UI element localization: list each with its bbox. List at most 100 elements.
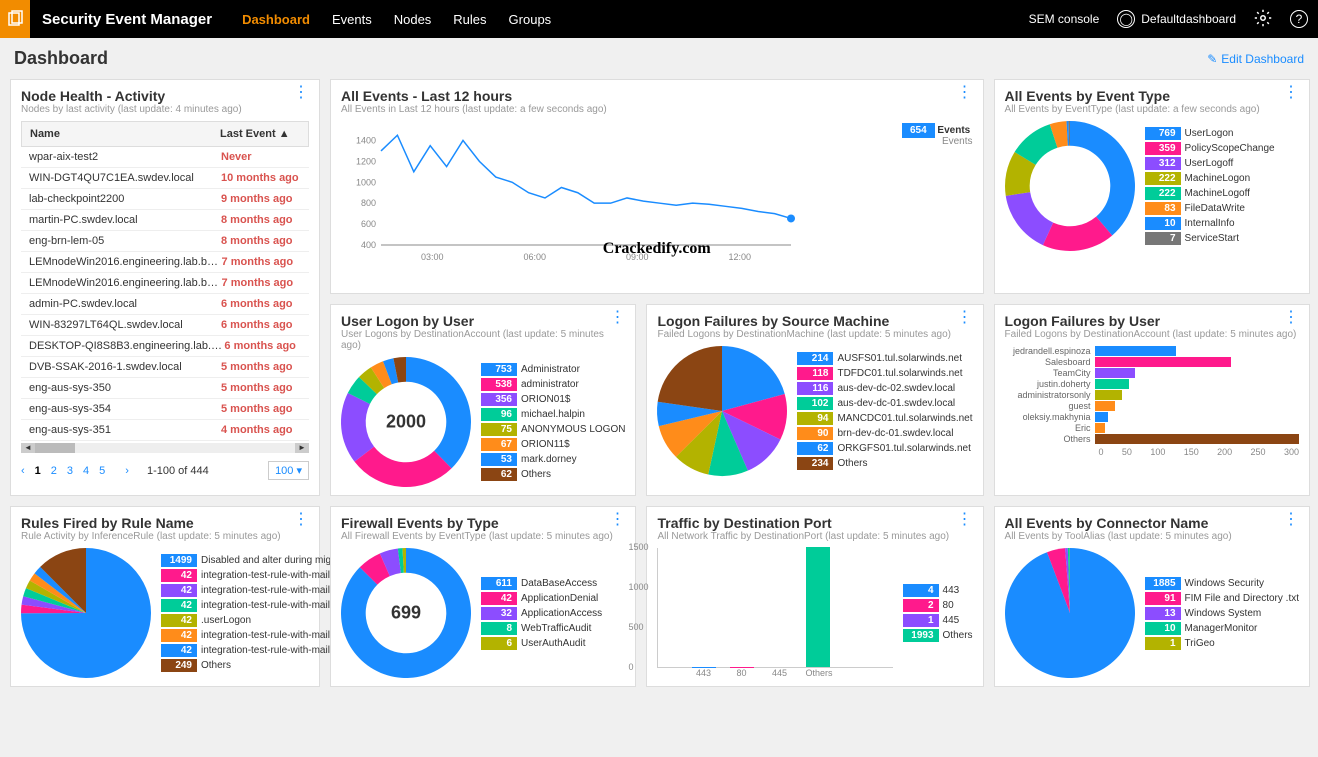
legend-item[interactable]: 769UserLogon <box>1145 127 1275 140</box>
legend-item[interactable]: 280 <box>903 599 973 612</box>
table-row[interactable]: WIN-83297LT64QL.swdev.local6 months ago <box>21 315 309 336</box>
legend-item[interactable]: 234Others <box>797 457 972 470</box>
widget-menu-icon[interactable]: ⋮ <box>1283 313 1299 323</box>
table-row[interactable]: DESKTOP-QI8S8B3.engineering.lab.brno6 mo… <box>21 336 309 357</box>
pager-page[interactable]: 4 <box>83 465 89 477</box>
table-row[interactable]: wpar-aix-test2Never <box>21 147 309 168</box>
legend-item[interactable]: 1445 <box>903 614 973 627</box>
bar-row[interactable]: Eric <box>1005 423 1299 433</box>
legend-item[interactable]: 42integration-test-rule-with-mail-a... <box>161 584 356 597</box>
legend-item[interactable]: 67ORION11$ <box>481 438 625 451</box>
legend-item[interactable]: 91FIM File and Directory .txt <box>1145 592 1299 605</box>
widget-menu-icon[interactable]: ⋮ <box>1283 515 1299 525</box>
user-menu[interactable]: ◯Defaultdashboard <box>1117 10 1236 28</box>
legend-item[interactable]: 96michael.halpin <box>481 408 625 421</box>
legend-item[interactable]: 7ServiceStart <box>1145 232 1275 245</box>
legend-item[interactable]: 359PolicyScopeChange <box>1145 142 1275 155</box>
table-row[interactable]: eng-aus-sys-3505 months ago <box>21 378 309 399</box>
widget-menu-icon[interactable]: ⋮ <box>293 515 309 525</box>
legend-item[interactable]: 32ApplicationAccess <box>481 607 602 620</box>
pager-next[interactable]: › <box>125 465 129 477</box>
widget-menu-icon[interactable]: ⋮ <box>957 88 973 98</box>
help-icon[interactable]: ? <box>1290 10 1308 28</box>
legend-item[interactable]: 1499Disabled and alter during migration <box>161 554 356 567</box>
pager-perpage[interactable]: 100 ▾ <box>268 461 309 480</box>
nav-dashboard[interactable]: Dashboard <box>242 12 310 27</box>
table-row[interactable]: eng-aus-sys-3514 months ago <box>21 420 309 441</box>
table-row[interactable]: LEMnodeWin2016.engineering.lab.brno7 mon… <box>21 252 309 273</box>
legend-item[interactable]: 222MachineLogon <box>1145 172 1275 185</box>
settings-icon[interactable] <box>1254 9 1272 30</box>
legend-item[interactable]: 42integration-test-rule-with-mail-a... <box>161 644 356 657</box>
horizontal-scrollbar[interactable]: ◄ ► <box>21 443 309 453</box>
bar-row[interactable]: Salesboard <box>1005 357 1299 367</box>
widget-menu-icon[interactable]: ⋮ <box>609 515 625 525</box>
legend-item[interactable]: 42integration-test-rule-with-mail-a... <box>161 629 356 642</box>
legend-item[interactable]: 53mark.dorney <box>481 453 625 466</box>
bar-row[interactable]: guest <box>1005 401 1299 411</box>
legend-item[interactable]: 94MANCDC01.tul.solarwinds.net <box>797 412 972 425</box>
bar-row[interactable]: Others <box>1005 434 1299 444</box>
legend-item[interactable]: 118TDFDC01.tul.solarwinds.net <box>797 367 972 380</box>
legend-item[interactable]: 1TriGeo <box>1145 637 1299 650</box>
legend-item[interactable]: 10ManagerMonitor <box>1145 622 1299 635</box>
scroll-left-icon[interactable]: ◄ <box>21 443 35 453</box>
pager-page[interactable]: 1 <box>35 465 41 477</box>
legend-item[interactable]: 42integration-test-rule-with-mail-a... <box>161 599 356 612</box>
widget-menu-icon[interactable]: ⋮ <box>1283 88 1299 98</box>
scroll-right-icon[interactable]: ► <box>295 443 309 453</box>
table-row[interactable]: martin-PC.swdev.local8 months ago <box>21 210 309 231</box>
legend-item[interactable]: 6UserAuthAudit <box>481 637 602 650</box>
legend-item[interactable]: 1885Windows Security <box>1145 577 1299 590</box>
legend-item[interactable]: 10InternalInfo <box>1145 217 1275 230</box>
pager-page[interactable]: 5 <box>99 465 105 477</box>
legend-item[interactable]: 312UserLogoff <box>1145 157 1275 170</box>
table-row[interactable]: WIN-DGT4QU7C1EA.swdev.local10 months ago <box>21 168 309 189</box>
nav-rules[interactable]: Rules <box>453 12 486 27</box>
legend-item[interactable]: 102aus-dev-dc-01.swdev.local <box>797 397 972 410</box>
bar[interactable] <box>806 547 830 667</box>
table-row[interactable]: LEMnodeWin2016.engineering.lab.brno7 mon… <box>21 273 309 294</box>
legend-item[interactable]: 249Others <box>161 659 356 672</box>
nav-nodes[interactable]: Nodes <box>394 12 432 27</box>
pager-prev[interactable]: ‹ <box>21 465 25 477</box>
nav-events[interactable]: Events <box>332 12 372 27</box>
bar-row[interactable]: jedrandell.espinoza <box>1005 346 1299 356</box>
bar-row[interactable]: oleksiy.makhynia <box>1005 412 1299 422</box>
table-row[interactable]: DVB-SSAK-2016-1.swdev.local5 months ago <box>21 357 309 378</box>
widget-menu-icon[interactable]: ⋮ <box>957 313 973 323</box>
legend-item[interactable]: 13Windows System <box>1145 607 1299 620</box>
app-logo[interactable] <box>0 0 30 38</box>
legend-item[interactable]: 62Others <box>481 468 625 481</box>
legend-item[interactable]: 753Administrator <box>481 363 625 376</box>
table-row[interactable]: eng-brn-lem-058 months ago <box>21 231 309 252</box>
legend-item[interactable]: 356ORION01$ <box>481 393 625 406</box>
table-row[interactable]: eng-aus-sys-3545 months ago <box>21 399 309 420</box>
legend-item[interactable]: 42integration-test-rule-with-mail-a... <box>161 569 356 582</box>
widget-menu-icon[interactable]: ⋮ <box>609 313 625 323</box>
legend-item[interactable]: 75ANONYMOUS LOGON <box>481 423 625 436</box>
bar-row[interactable]: justin.doherty <box>1005 379 1299 389</box>
legend-item[interactable]: 538administrator <box>481 378 625 391</box>
legend-item[interactable]: 8WebTrafficAudit <box>481 622 602 635</box>
table-row[interactable]: lab-checkpoint22009 months ago <box>21 189 309 210</box>
bar-row[interactable]: administratorsonly <box>1005 390 1299 400</box>
legend-item[interactable]: 62ORKGFS01.tul.solarwinds.net <box>797 442 972 455</box>
console-label[interactable]: SEM console <box>1029 12 1100 26</box>
legend-item[interactable]: 214AUSFS01.tul.solarwinds.net <box>797 352 972 365</box>
legend-item[interactable]: 1993Others <box>903 629 973 642</box>
bar-row[interactable]: TeamCity <box>1005 368 1299 378</box>
table-row[interactable]: admin-PC.swdev.local6 months ago <box>21 294 309 315</box>
pager-page[interactable]: 3 <box>67 465 73 477</box>
scroll-thumb[interactable] <box>35 443 75 453</box>
legend-item[interactable]: 42ApplicationDenial <box>481 592 602 605</box>
legend-item[interactable]: 90brn-dev-dc-01.swdev.local <box>797 427 972 440</box>
legend-item[interactable]: 116aus-dev-dc-02.swdev.local <box>797 382 972 395</box>
widget-menu-icon[interactable]: ⋮ <box>293 88 309 98</box>
legend-item[interactable]: 42.userLogon <box>161 614 356 627</box>
legend-item[interactable]: 222MachineLogoff <box>1145 187 1275 200</box>
col-name[interactable]: Name <box>30 128 220 140</box>
edit-dashboard-link[interactable]: ✎ Edit Dashboard <box>1207 52 1304 66</box>
pager-page[interactable]: 2 <box>51 465 57 477</box>
col-last[interactable]: Last Event ▲ <box>220 128 300 140</box>
